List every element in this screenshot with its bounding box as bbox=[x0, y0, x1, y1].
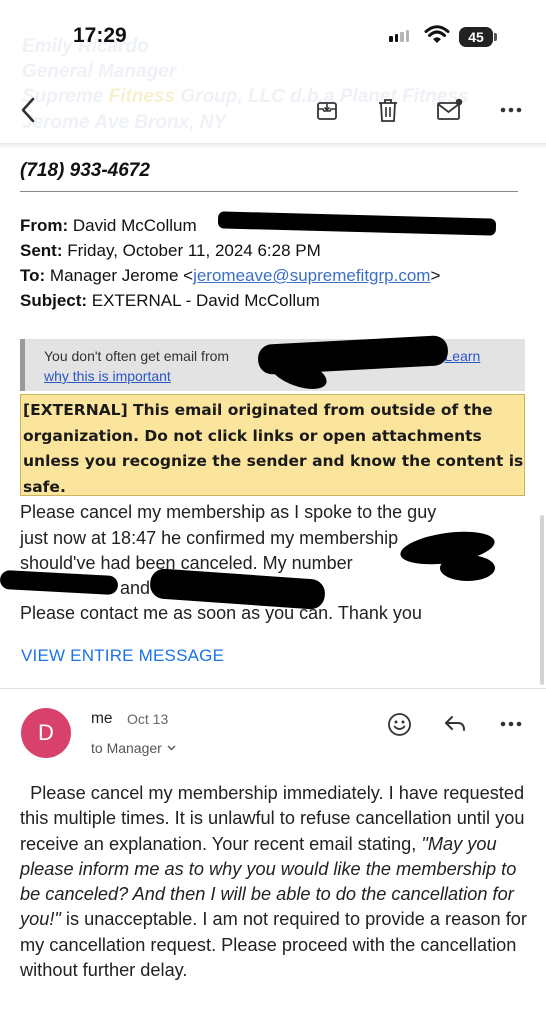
subject-label: Subject: bbox=[20, 291, 88, 310]
to-close: > bbox=[430, 266, 441, 285]
message-date: Oct 13 bbox=[127, 711, 169, 727]
from-label: From: bbox=[20, 216, 69, 235]
wifi-icon bbox=[424, 25, 450, 43]
from-value: David McCollum bbox=[72, 216, 197, 235]
mail-icon bbox=[437, 98, 463, 120]
to-email-link[interactable]: jeromeave@supremefitgrp.com bbox=[193, 266, 430, 285]
body-line-1: Please cancel my membership as I spoke t… bbox=[20, 502, 437, 522]
battery-nub bbox=[494, 33, 497, 41]
to-label: To: bbox=[20, 266, 46, 285]
quote-divider bbox=[20, 191, 518, 192]
toolbar-shadow bbox=[0, 143, 546, 149]
reply-icon bbox=[445, 716, 465, 731]
body-line-2: just now at 18:47 he confirmed my member… bbox=[20, 528, 399, 548]
chevron-down-icon bbox=[167, 745, 176, 751]
body-line-4: and bbox=[120, 578, 151, 598]
back-chevron-icon bbox=[21, 97, 35, 123]
battery-icon: 45 bbox=[459, 27, 493, 47]
message-more-button[interactable] bbox=[497, 714, 525, 734]
sent-label: Sent: bbox=[20, 241, 63, 260]
archive-icon bbox=[317, 102, 337, 120]
sent-value: Friday, October 11, 2024 6:28 PM bbox=[67, 241, 321, 260]
trash-icon bbox=[379, 99, 397, 122]
add-reaction-button[interactable] bbox=[385, 710, 413, 738]
avatar[interactable]: D bbox=[21, 708, 71, 758]
ghost-signature-title: General Manager bbox=[22, 61, 177, 82]
sender-name: me bbox=[91, 710, 113, 727]
emoji-icon bbox=[387, 712, 411, 736]
external-warning-banner: [EXTERNAL] This email originated from ou… bbox=[20, 394, 525, 496]
reply-paragraph-end: is unacceptable. I am not required to pr… bbox=[20, 909, 527, 981]
header-sent: Sent: Friday, October 11, 2024 6:28 PM bbox=[20, 241, 321, 261]
delete-button[interactable] bbox=[374, 96, 402, 126]
more-options-button[interactable] bbox=[497, 100, 525, 120]
why-important-link[interactable]: why this is important bbox=[44, 368, 171, 384]
message-separator bbox=[0, 688, 546, 689]
to-value: Manager Jerome < bbox=[49, 266, 194, 285]
scrollbar[interactable] bbox=[540, 515, 544, 685]
more-icon bbox=[500, 721, 522, 727]
mark-unread-button[interactable] bbox=[434, 96, 466, 124]
notice-prefix: You don't often get email from bbox=[44, 348, 230, 364]
header-from: From: David McCollum bbox=[20, 216, 197, 236]
cellular-signal-icon bbox=[389, 30, 409, 42]
recipient-label: to Manager bbox=[91, 740, 162, 756]
signature-phone: (718) 933-4672 bbox=[20, 160, 150, 181]
subject-value: EXTERNAL - David McCollum bbox=[91, 291, 320, 310]
more-icon bbox=[500, 107, 522, 113]
redaction-scribble bbox=[440, 555, 495, 581]
recipient-details-toggle[interactable]: to Manager bbox=[91, 740, 176, 756]
ghost-company-highlight: Fitness bbox=[108, 86, 176, 107]
header-subject: Subject: EXTERNAL - David McCollum bbox=[20, 291, 320, 311]
back-button[interactable] bbox=[12, 92, 44, 128]
reply-body: Please cancel my membership immediately.… bbox=[20, 781, 530, 983]
header-to: To: Manager Jerome <jeromeave@supremefit… bbox=[20, 266, 440, 286]
view-entire-message-link[interactable]: VIEW ENTIRE MESSAGE bbox=[21, 646, 224, 666]
ghost-signature-address: Jerome Ave Bronx, NY bbox=[22, 112, 227, 133]
learn-link[interactable]: Learn bbox=[445, 348, 481, 364]
body-line-5: Please contact me as soon as you can. Th… bbox=[20, 603, 422, 623]
status-time: 17:29 bbox=[73, 24, 127, 47]
reply-button[interactable] bbox=[441, 711, 469, 737]
redaction-scribble bbox=[217, 211, 497, 236]
archive-button[interactable] bbox=[313, 97, 341, 125]
